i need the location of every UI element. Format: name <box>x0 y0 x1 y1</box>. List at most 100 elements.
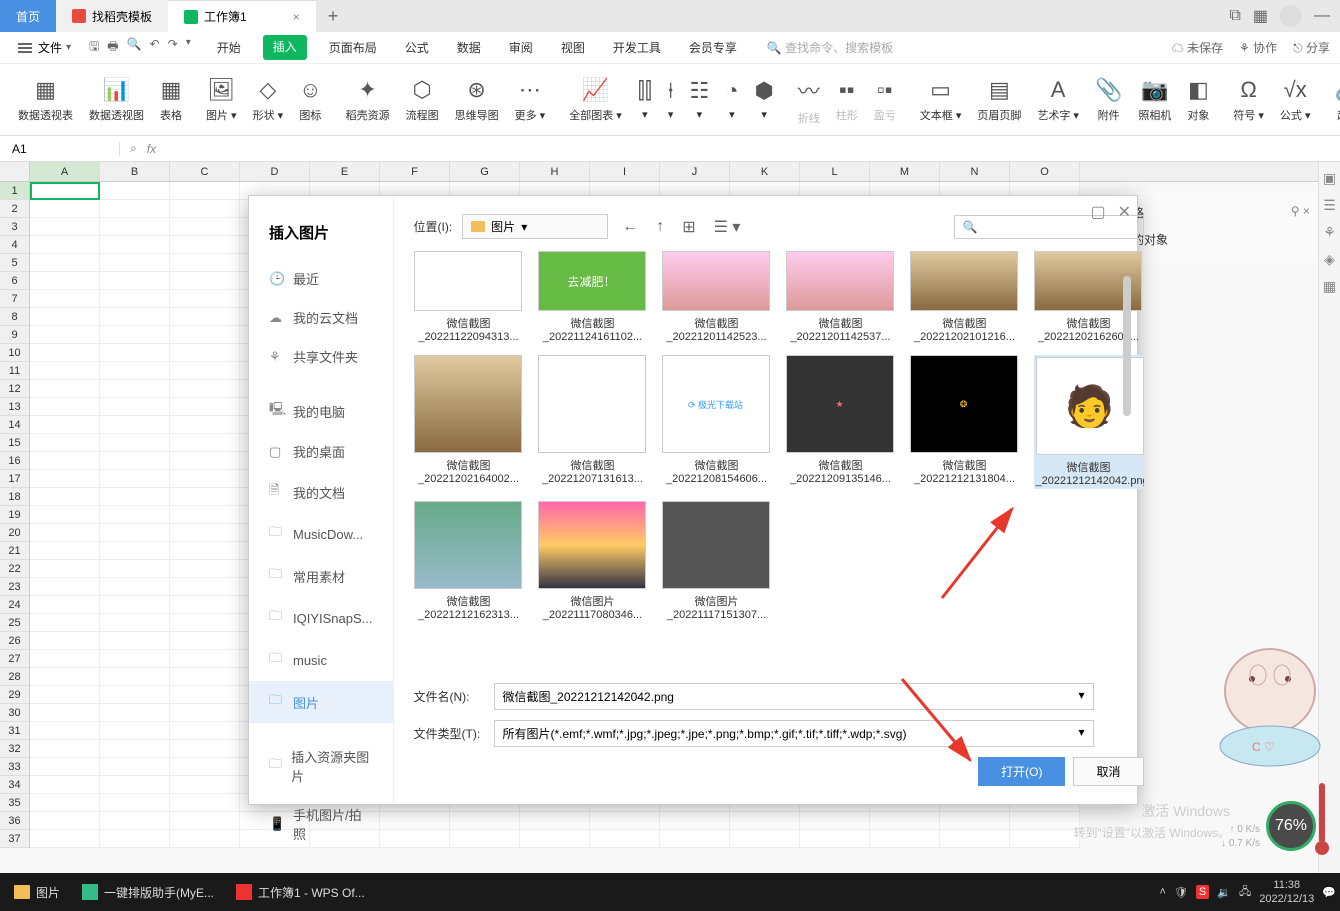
row-header[interactable]: 13 <box>0 398 30 416</box>
sidebar-tool-icon[interactable]: ▣ <box>1323 170 1336 187</box>
cell[interactable] <box>30 776 100 794</box>
cell[interactable] <box>30 200 100 218</box>
cell[interactable] <box>30 650 100 668</box>
cell[interactable] <box>100 686 170 704</box>
cell[interactable] <box>170 704 240 722</box>
ribbon-chart-opt5[interactable]: ⬢▾ <box>747 74 782 125</box>
nav-pictures[interactable]: 🗀图片 <box>249 681 393 723</box>
task-explorer[interactable]: 图片 <box>4 874 70 910</box>
fx-label[interactable]: fx <box>147 142 156 156</box>
cell[interactable] <box>450 812 520 830</box>
tab-insert[interactable]: 插入 <box>263 35 307 60</box>
cell[interactable] <box>100 794 170 812</box>
col-header[interactable]: D <box>240 162 310 181</box>
sidebar-tool-icon[interactable]: ⚘ <box>1323 224 1336 241</box>
nav-recent[interactable]: 🕒最近 <box>249 259 393 298</box>
cell[interactable] <box>30 524 100 542</box>
location-select[interactable]: 图片▾ <box>462 214 608 239</box>
tab-formula[interactable]: 公式 <box>399 35 435 60</box>
row-header[interactable]: 26 <box>0 632 30 650</box>
row-header[interactable]: 14 <box>0 416 30 434</box>
cell[interactable] <box>170 776 240 794</box>
cell[interactable] <box>170 722 240 740</box>
cell[interactable] <box>30 434 100 452</box>
cell[interactable] <box>590 830 660 848</box>
cell[interactable] <box>870 812 940 830</box>
cell[interactable] <box>30 290 100 308</box>
cell[interactable] <box>170 254 240 272</box>
cell[interactable] <box>30 254 100 272</box>
nav-mobile[interactable]: 📱手机图片/拍照 <box>249 795 393 853</box>
col-header[interactable]: E <box>310 162 380 181</box>
cell[interactable] <box>30 452 100 470</box>
cell[interactable] <box>30 614 100 632</box>
col-header[interactable]: K <box>730 162 800 181</box>
task-typeset[interactable]: 一键排版助手(MyE... <box>72 874 224 910</box>
cell[interactable] <box>30 236 100 254</box>
tray-clock[interactable]: 11:382022/12/13 <box>1259 878 1314 906</box>
cell[interactable] <box>30 308 100 326</box>
tray-net-icon[interactable]: 🖧 <box>1239 883 1251 902</box>
cell[interactable] <box>100 596 170 614</box>
cell[interactable] <box>30 578 100 596</box>
cell[interactable] <box>520 812 590 830</box>
ribbon-wordart[interactable]: A艺术字 ▾ <box>1029 73 1087 127</box>
cell[interactable] <box>30 182 100 200</box>
sidebar-tool-icon[interactable]: ▦ <box>1323 278 1336 295</box>
tab-page-layout[interactable]: 页面布局 <box>323 35 383 60</box>
ribbon-icon[interactable]: ☺图标 <box>291 73 329 127</box>
row-header[interactable]: 17 <box>0 470 30 488</box>
zoom-icon[interactable]: ⌕ <box>130 141 137 156</box>
cell[interactable] <box>170 398 240 416</box>
tab-workbook[interactable]: 工作簿1× <box>168 0 316 32</box>
nav-iqiyi[interactable]: 🗀IQIYISnapS... <box>249 597 393 639</box>
row-header[interactable]: 7 <box>0 290 30 308</box>
close-icon[interactable]: × <box>293 10 300 24</box>
row-header[interactable]: 5 <box>0 254 30 272</box>
cell[interactable] <box>30 218 100 236</box>
cell[interactable] <box>170 200 240 218</box>
file-item[interactable]: 微信截图_20221212162313... <box>414 501 524 621</box>
file-item[interactable]: 微信截图_20221122094313... <box>414 251 524 343</box>
tab-member[interactable]: 会员专享 <box>683 35 743 60</box>
preview-icon[interactable]: 🔍 <box>127 37 142 58</box>
cell[interactable] <box>170 326 240 344</box>
file-item[interactable]: 微信截图_20221207131613... <box>538 355 648 489</box>
cell[interactable] <box>30 542 100 560</box>
cell[interactable] <box>590 812 660 830</box>
cell[interactable] <box>940 812 1010 830</box>
cell[interactable] <box>170 416 240 434</box>
file-menu[interactable]: 文件▾ <box>10 37 77 58</box>
cell[interactable] <box>660 830 730 848</box>
tab-data[interactable]: 数据 <box>451 35 487 60</box>
cell[interactable] <box>170 236 240 254</box>
row-header[interactable]: 33 <box>0 758 30 776</box>
cell[interactable] <box>170 578 240 596</box>
nav-resource-folder[interactable]: 🗀插入资源夹图片 <box>249 737 393 795</box>
row-header[interactable]: 16 <box>0 452 30 470</box>
ribbon-pivot-table[interactable]: ▦数据透视表 <box>10 73 81 127</box>
cell[interactable] <box>170 506 240 524</box>
row-header[interactable]: 18 <box>0 488 30 506</box>
tab-review[interactable]: 审阅 <box>503 35 539 60</box>
ribbon-shape[interactable]: ◇形状 ▾ <box>245 73 292 127</box>
row-header[interactable]: 9 <box>0 326 30 344</box>
nav-shared[interactable]: ⚘共享文件夹 <box>249 337 393 376</box>
row-header[interactable]: 31 <box>0 722 30 740</box>
cell[interactable] <box>30 398 100 416</box>
cell[interactable] <box>100 326 170 344</box>
tab-dev[interactable]: 开发工具 <box>607 35 667 60</box>
cell[interactable] <box>1010 830 1080 848</box>
row-header[interactable]: 25 <box>0 614 30 632</box>
file-item[interactable]: ⟳ 极光下载站微信截图_20221208154606... <box>662 355 772 489</box>
ribbon-header[interactable]: ▤页眉页脚 <box>969 73 1029 127</box>
nav-music[interactable]: 🗀music <box>249 639 393 681</box>
ribbon-flowchart[interactable]: ⬡流程图 <box>398 73 447 127</box>
cell[interactable] <box>170 488 240 506</box>
cell[interactable] <box>100 776 170 794</box>
tab-template[interactable]: 找稻壳模板 <box>56 0 168 32</box>
cell[interactable] <box>100 416 170 434</box>
cell[interactable] <box>30 488 100 506</box>
cell[interactable] <box>100 704 170 722</box>
cell[interactable] <box>170 668 240 686</box>
